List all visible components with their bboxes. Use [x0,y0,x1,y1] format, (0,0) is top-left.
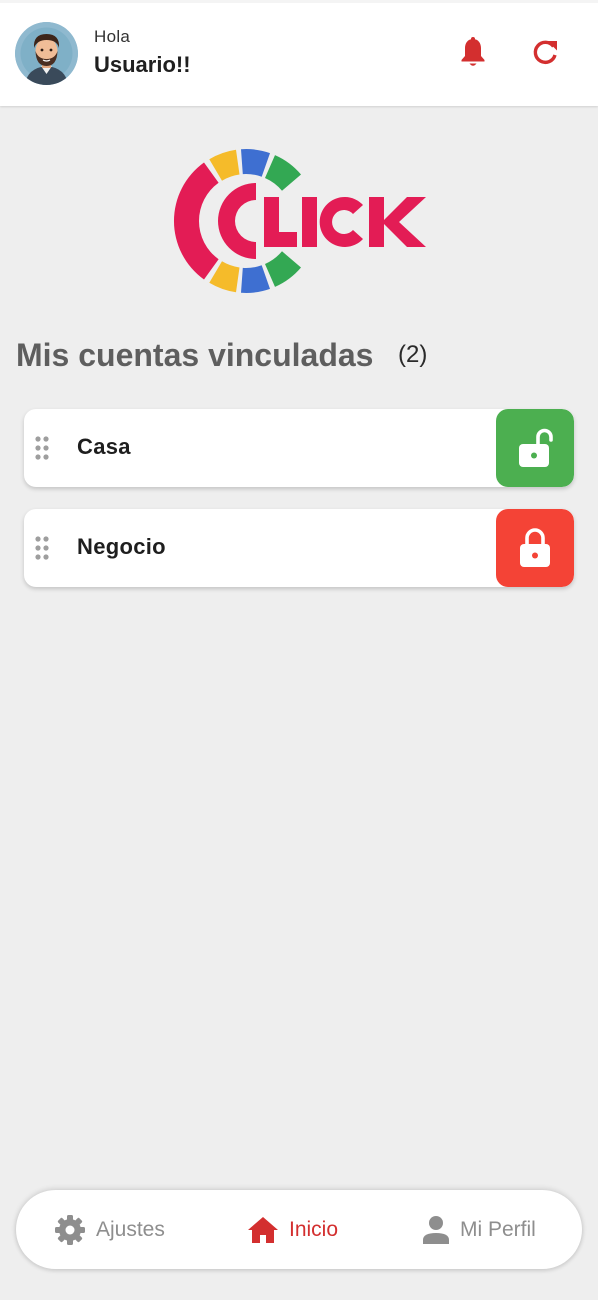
nav-label: Ajustes [96,1217,165,1241]
unlock-icon [519,428,553,467]
notifications-button[interactable] [455,34,491,70]
person-icon [423,1215,449,1244]
nav-item-inicio[interactable]: Inicio [247,1190,338,1269]
refresh-button[interactable] [527,34,563,70]
click-logo-icon [173,149,426,293]
gear-icon [55,1214,85,1245]
section-title: Mis cuentas vinculadas [16,337,374,373]
nav-label: Mi Perfil [460,1217,536,1241]
user-avatar-icon [15,22,78,85]
bell-icon [461,37,485,66]
account-card-casa[interactable]: Casa [24,409,574,487]
user-avatar[interactable] [15,22,78,85]
refresh-icon [533,40,557,65]
home-icon [248,1216,278,1243]
click-logo [168,145,430,297]
account-card-negocio[interactable]: Negocio [24,509,574,587]
app-header: Hola Usuario!! [0,0,598,106]
nav-item-ajustes[interactable]: Ajustes [54,1190,165,1269]
drag-handle-icon[interactable] [34,536,50,560]
username-text: Usuario!! [94,52,191,77]
lock-icon [520,528,550,567]
accounts-count: (2) [398,341,428,368]
unlock-button[interactable] [496,409,574,487]
nav-item-mi-perfil[interactable]: Mi Perfil [422,1190,536,1269]
drag-handle-icon[interactable] [34,436,50,460]
bottom-navigation: Ajustes Inicio Mi Perfil [16,1190,582,1269]
lock-button[interactable] [496,509,574,587]
greeting-text: Hola [94,27,131,46]
nav-label: Inicio [289,1217,339,1241]
account-label: Casa [77,434,131,459]
account-label: Negocio [77,534,166,559]
